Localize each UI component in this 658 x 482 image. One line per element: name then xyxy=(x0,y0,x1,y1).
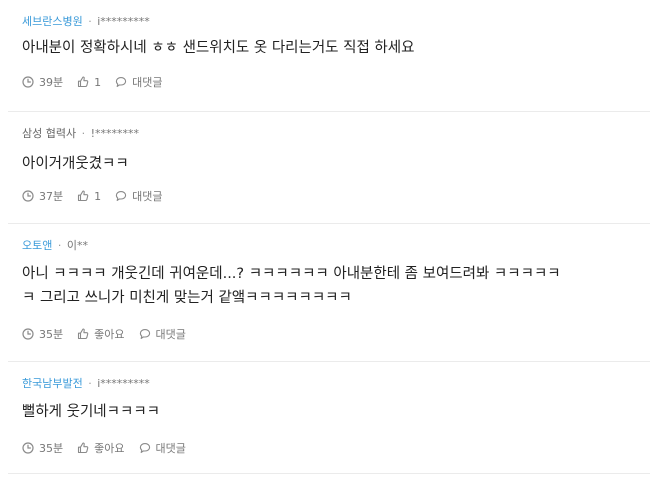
time-text: 35분 xyxy=(39,442,64,455)
nickname: i********* xyxy=(97,15,150,28)
comment-meta: 한국남부발전 · i********* xyxy=(22,376,150,392)
comment-item: 세브란스병원 · i********* 아내분이 정확하시네 ㅎㅎ 샌드위치도 … xyxy=(8,0,650,112)
time-info: 37분 xyxy=(22,188,63,204)
comment-meta: 오토앤 · 이** xyxy=(22,238,88,254)
meta-separator: · xyxy=(57,239,62,252)
like-button[interactable]: 1 xyxy=(77,76,101,89)
thumbs-up-icon xyxy=(78,190,89,202)
speech-bubble-icon xyxy=(139,443,150,453)
comment-text: 아내분이 정확하시네 ㅎㅎ 샌드위치도 옷 다리는거도 직접 하세요 xyxy=(22,36,640,60)
like-button[interactable]: 좋아요 xyxy=(77,440,125,456)
clock-icon xyxy=(22,190,34,202)
clock-icon xyxy=(22,442,34,454)
comment-text-line: 아니 ㅋㅋㅋㅋ 개웃긴데 귀여운데...? ㅋㅋㅋㅋㅋㅋ 아내분한테 좀 보여드… xyxy=(22,266,561,282)
comment-text-line: 뻘하게 웃기네ㅋㅋㅋㅋ xyxy=(22,404,161,420)
comment-text-line: ㅋ 그리고 쓰니가 미친게 맞는거 같앸ㅋㅋㅋㅋㅋㅋㅋㅋ xyxy=(22,290,352,306)
reply-button[interactable]: 대댓글 xyxy=(139,440,186,456)
comment-actions: 39분 1 대댓글 xyxy=(22,74,177,90)
time-info: 35분 xyxy=(22,326,63,342)
like-button[interactable]: 1 xyxy=(77,190,101,203)
comment-actions: 35분 좋아요 대댓글 xyxy=(22,440,200,456)
comment-meta: 삼성 협력사 · !******** xyxy=(22,126,139,142)
reply-label: 대댓글 xyxy=(132,190,163,203)
meta-separator: · xyxy=(81,127,86,140)
time-text: 35분 xyxy=(39,328,64,341)
comment-actions: 37분 1 대댓글 xyxy=(22,188,177,204)
comment-text-line: 아내분이 정확하시네 ㅎㅎ 샌드위치도 옷 다리는거도 직접 하세요 xyxy=(22,40,415,56)
comment-text: 아이거개웃겼ㅋㅋ xyxy=(22,152,640,176)
thumbs-up-icon xyxy=(78,76,89,88)
reply-button[interactable]: 대댓글 xyxy=(115,74,163,90)
time-info: 35분 xyxy=(22,440,63,456)
company-name[interactable]: 오토앤 xyxy=(22,239,52,252)
nickname: i********* xyxy=(97,377,150,390)
comment-meta: 세브란스병원 · i********* xyxy=(22,14,150,30)
nickname: !******** xyxy=(90,127,140,140)
clock-icon xyxy=(22,328,34,340)
speech-bubble-icon xyxy=(115,191,127,201)
comment-text-line: 아이거개웃겼ㅋㅋ xyxy=(22,156,129,172)
comment-item: 한국남부발전 · i********* 뻘하게 웃기네ㅋㅋㅋㅋ 35분 좋아요 … xyxy=(8,362,650,474)
time-text: 39분 xyxy=(39,76,64,89)
time-info: 39분 xyxy=(22,74,63,90)
comment-list: 세브란스병원 · i********* 아내분이 정확하시네 ㅎㅎ 샌드위치도 … xyxy=(0,0,658,482)
company-name[interactable]: 한국남부발전 xyxy=(22,377,83,390)
reply-label: 대댓글 xyxy=(155,328,186,341)
nickname: 이** xyxy=(66,239,88,252)
clock-icon xyxy=(22,76,34,88)
like-label: 좋아요 xyxy=(94,442,125,455)
reply-label: 대댓글 xyxy=(132,76,163,89)
thumbs-up-icon xyxy=(78,328,89,340)
comment-item: 오토앤 · 이** 아니 ㅋㅋㅋㅋ 개웃긴데 귀여운데...? ㅋㅋㅋㅋㅋㅋ 아… xyxy=(8,224,650,362)
speech-bubble-icon xyxy=(115,77,127,87)
comment-actions: 35분 좋아요 대댓글 xyxy=(22,326,200,342)
like-button[interactable]: 좋아요 xyxy=(77,326,125,342)
reply-label: 대댓글 xyxy=(155,442,186,455)
time-text: 37분 xyxy=(39,190,64,203)
like-count: 1 xyxy=(94,189,102,203)
like-label: 좋아요 xyxy=(94,328,125,341)
meta-separator: · xyxy=(88,15,92,28)
comment-item: 삼성 협력사 · !******** 아이거개웃겼ㅋㅋ 37분 1 대댓글 xyxy=(8,112,650,224)
like-count: 1 xyxy=(94,75,102,89)
reply-button[interactable]: 대댓글 xyxy=(115,188,163,204)
comment-text: 아니 ㅋㅋㅋㅋ 개웃긴데 귀여운데...? ㅋㅋㅋㅋㅋㅋ 아내분한테 좀 보여드… xyxy=(22,262,640,310)
company-name: 삼성 협력사 xyxy=(22,127,77,140)
reply-button[interactable]: 대댓글 xyxy=(139,326,186,342)
thumbs-up-icon xyxy=(78,442,89,454)
meta-separator: · xyxy=(88,377,92,390)
company-name[interactable]: 세브란스병원 xyxy=(22,15,83,28)
speech-bubble-icon xyxy=(139,329,150,339)
comment-text: 뻘하게 웃기네ㅋㅋㅋㅋ xyxy=(22,400,640,424)
